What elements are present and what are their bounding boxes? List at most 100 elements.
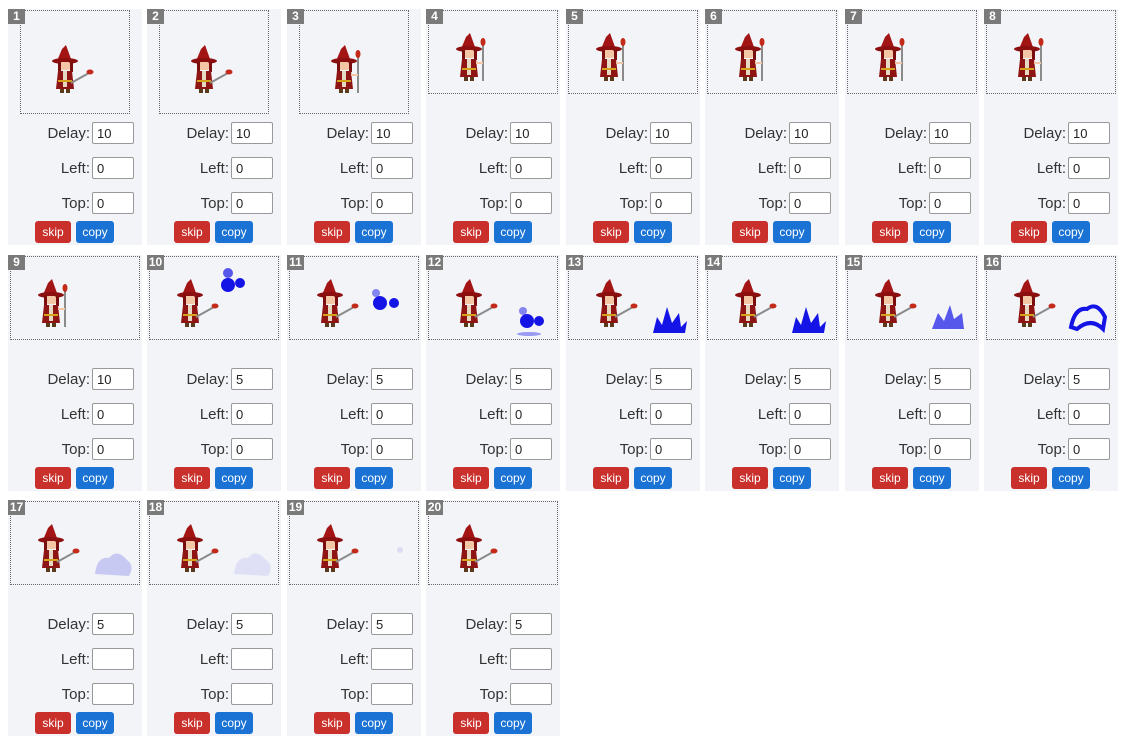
copy-button[interactable]: copy bbox=[355, 221, 393, 243]
copy-button[interactable]: copy bbox=[913, 467, 951, 489]
skip-button[interactable]: skip bbox=[314, 712, 350, 734]
delay-input[interactable] bbox=[510, 613, 552, 635]
skip-button[interactable]: skip bbox=[174, 467, 210, 489]
delay-input[interactable] bbox=[929, 368, 971, 390]
skip-button[interactable]: skip bbox=[174, 221, 210, 243]
top-input[interactable] bbox=[371, 192, 413, 214]
frame-thumbnail[interactable] bbox=[10, 501, 140, 585]
left-input[interactable] bbox=[789, 403, 831, 425]
delay-input[interactable] bbox=[650, 368, 692, 390]
copy-button[interactable]: copy bbox=[76, 712, 114, 734]
delay-input[interactable] bbox=[789, 368, 831, 390]
top-input[interactable] bbox=[92, 192, 134, 214]
top-input[interactable] bbox=[510, 683, 552, 705]
skip-button[interactable]: skip bbox=[1011, 467, 1047, 489]
frame-thumbnail[interactable] bbox=[986, 10, 1116, 94]
frame-thumbnail[interactable] bbox=[707, 10, 837, 94]
left-input[interactable] bbox=[650, 157, 692, 179]
skip-button[interactable]: skip bbox=[872, 467, 908, 489]
delay-input[interactable] bbox=[92, 122, 134, 144]
frame-thumbnail[interactable] bbox=[568, 10, 698, 94]
left-input[interactable] bbox=[231, 403, 273, 425]
frame-thumbnail[interactable] bbox=[299, 10, 409, 114]
left-input[interactable] bbox=[789, 157, 831, 179]
left-input[interactable] bbox=[650, 403, 692, 425]
frame-thumbnail[interactable] bbox=[10, 256, 140, 340]
delay-input[interactable] bbox=[92, 368, 134, 390]
delay-input[interactable] bbox=[650, 122, 692, 144]
skip-button[interactable]: skip bbox=[1011, 221, 1047, 243]
top-input[interactable] bbox=[371, 683, 413, 705]
left-input[interactable] bbox=[371, 157, 413, 179]
skip-button[interactable]: skip bbox=[593, 221, 629, 243]
skip-button[interactable]: skip bbox=[593, 467, 629, 489]
frame-thumbnail[interactable] bbox=[707, 256, 837, 340]
copy-button[interactable]: copy bbox=[494, 221, 532, 243]
left-input[interactable] bbox=[1068, 403, 1110, 425]
copy-button[interactable]: copy bbox=[215, 221, 253, 243]
top-input[interactable] bbox=[1068, 438, 1110, 460]
skip-button[interactable]: skip bbox=[453, 712, 489, 734]
top-input[interactable] bbox=[231, 192, 273, 214]
copy-button[interactable]: copy bbox=[1052, 221, 1090, 243]
left-input[interactable] bbox=[929, 157, 971, 179]
delay-input[interactable] bbox=[1068, 122, 1110, 144]
delay-input[interactable] bbox=[929, 122, 971, 144]
copy-button[interactable]: copy bbox=[355, 467, 393, 489]
skip-button[interactable]: skip bbox=[35, 221, 71, 243]
left-input[interactable] bbox=[929, 403, 971, 425]
top-input[interactable] bbox=[929, 192, 971, 214]
top-input[interactable] bbox=[929, 438, 971, 460]
frame-thumbnail[interactable] bbox=[159, 10, 269, 114]
copy-button[interactable]: copy bbox=[634, 221, 672, 243]
delay-input[interactable] bbox=[231, 368, 273, 390]
delay-input[interactable] bbox=[789, 122, 831, 144]
frame-thumbnail[interactable] bbox=[149, 256, 279, 340]
skip-button[interactable]: skip bbox=[872, 221, 908, 243]
top-input[interactable] bbox=[510, 438, 552, 460]
left-input[interactable] bbox=[92, 403, 134, 425]
left-input[interactable] bbox=[371, 648, 413, 670]
skip-button[interactable]: skip bbox=[174, 712, 210, 734]
frame-thumbnail[interactable] bbox=[428, 256, 558, 340]
left-input[interactable] bbox=[510, 403, 552, 425]
copy-button[interactable]: copy bbox=[773, 221, 811, 243]
copy-button[interactable]: copy bbox=[215, 712, 253, 734]
copy-button[interactable]: copy bbox=[913, 221, 951, 243]
delay-input[interactable] bbox=[231, 122, 273, 144]
copy-button[interactable]: copy bbox=[494, 467, 532, 489]
copy-button[interactable]: copy bbox=[355, 712, 393, 734]
frame-thumbnail[interactable] bbox=[289, 256, 419, 340]
skip-button[interactable]: skip bbox=[732, 467, 768, 489]
skip-button[interactable]: skip bbox=[314, 221, 350, 243]
frame-thumbnail[interactable] bbox=[428, 501, 558, 585]
delay-input[interactable] bbox=[92, 613, 134, 635]
top-input[interactable] bbox=[789, 438, 831, 460]
top-input[interactable] bbox=[231, 438, 273, 460]
frame-thumbnail[interactable] bbox=[149, 501, 279, 585]
top-input[interactable] bbox=[510, 192, 552, 214]
copy-button[interactable]: copy bbox=[76, 467, 114, 489]
copy-button[interactable]: copy bbox=[773, 467, 811, 489]
copy-button[interactable]: copy bbox=[76, 221, 114, 243]
top-input[interactable] bbox=[231, 683, 273, 705]
top-input[interactable] bbox=[92, 683, 134, 705]
delay-input[interactable] bbox=[510, 368, 552, 390]
top-input[interactable] bbox=[371, 438, 413, 460]
skip-button[interactable]: skip bbox=[453, 467, 489, 489]
delay-input[interactable] bbox=[371, 613, 413, 635]
delay-input[interactable] bbox=[1068, 368, 1110, 390]
left-input[interactable] bbox=[1068, 157, 1110, 179]
frame-thumbnail[interactable] bbox=[568, 256, 698, 340]
left-input[interactable] bbox=[510, 157, 552, 179]
delay-input[interactable] bbox=[371, 368, 413, 390]
left-input[interactable] bbox=[371, 403, 413, 425]
frame-thumbnail[interactable] bbox=[847, 10, 977, 94]
delay-input[interactable] bbox=[510, 122, 552, 144]
left-input[interactable] bbox=[231, 157, 273, 179]
skip-button[interactable]: skip bbox=[453, 221, 489, 243]
copy-button[interactable]: copy bbox=[634, 467, 672, 489]
left-input[interactable] bbox=[92, 648, 134, 670]
skip-button[interactable]: skip bbox=[35, 712, 71, 734]
top-input[interactable] bbox=[650, 192, 692, 214]
